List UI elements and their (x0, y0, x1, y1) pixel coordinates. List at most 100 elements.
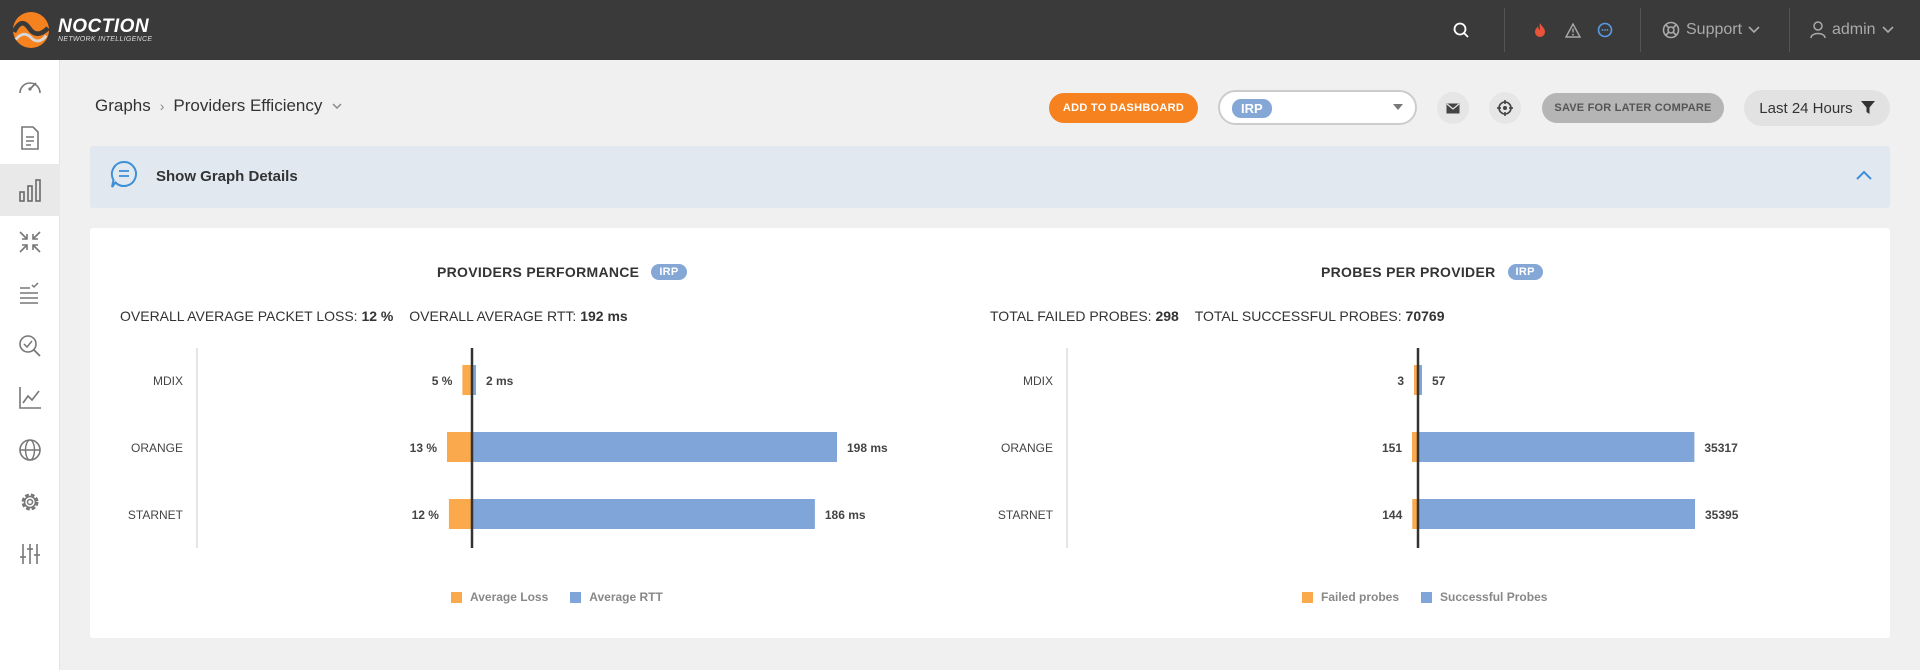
legend-swatch-loss (451, 591, 462, 603)
document-icon (21, 126, 39, 150)
support-label: Support (1686, 21, 1743, 38)
save-for-later-compare-button[interactable]: SAVE FOR LATER COMPARE (1542, 93, 1724, 123)
graph-details-label: Show Graph Details (156, 168, 298, 185)
performance-panel-title: PROVIDERS PERFORMANCE IRP (437, 264, 687, 280)
probes-stats: TOTAL FAILED PROBES: 298 TOTAL SUCCESSFU… (990, 308, 1444, 324)
category-label: MDIX (1023, 374, 1053, 388)
probes-title: PROBES PER PROVIDER (1321, 264, 1496, 280)
data-label: 13 % (410, 441, 438, 455)
sidebar-item-network[interactable] (0, 424, 60, 476)
flame-icon[interactable] (1529, 19, 1551, 41)
select-value-badge: IRP (1232, 99, 1272, 118)
topbar-divider (1504, 8, 1505, 52)
data-label: 3 (1397, 374, 1404, 388)
user-menu[interactable]: admin (1810, 18, 1894, 42)
probes-legend: Failed probes Successful Probes (1302, 590, 1547, 604)
crosshair-icon (1497, 100, 1513, 116)
sidebar-item-analytics[interactable] (0, 372, 60, 424)
line-chart-icon (19, 387, 41, 409)
caret-down-icon (1393, 104, 1403, 110)
sidebar-item-graphs[interactable] (0, 164, 60, 216)
bar-average-rtt (472, 432, 837, 462)
sidebar-item-configuration[interactable] (0, 528, 60, 580)
legend-swatch-rtt (570, 591, 582, 603)
avg-rtt-label: OVERALL AVERAGE RTT: (409, 308, 577, 324)
email-button[interactable] (1437, 92, 1469, 124)
search-check-icon (19, 335, 41, 357)
compare-button[interactable] (1489, 92, 1521, 124)
data-label: 57 (1432, 374, 1446, 388)
probes-badge: IRP (1507, 264, 1543, 280)
data-label: 186 ms (825, 508, 866, 522)
category-label: STARNET (128, 508, 184, 522)
search-icon[interactable] (1450, 19, 1472, 41)
providers-performance-chart: MDIX 5 % 2 ms ORANGE 13 % 198 ms STARNET 12 % 18… (128, 348, 888, 548)
breadcrumb-current: Providers Efficiency (173, 96, 323, 115)
provider-group-select[interactable]: IRP (1218, 90, 1417, 125)
logo-subtitle: NETWORK INTELLIGENCE (58, 35, 153, 43)
chevron-down-icon[interactable] (332, 102, 342, 110)
category-label: ORANGE (131, 441, 183, 455)
topbar-divider (1789, 8, 1790, 52)
filter-icon (1860, 101, 1875, 114)
sidebar-item-improvements[interactable] (0, 216, 60, 268)
topbar-divider (1640, 8, 1641, 52)
time-range-button[interactable]: Last 24 Hours (1744, 90, 1890, 126)
warning-icon[interactable] (1562, 19, 1584, 41)
legend-average-loss: Average Loss (470, 590, 549, 604)
graph-card: PROVIDERS PERFORMANCE IRP OVERALL AVERAG… (90, 228, 1890, 638)
lifebuoy-icon (1662, 21, 1680, 39)
data-label: 12 % (412, 508, 440, 522)
avg-loss-label: OVERALL AVERAGE PACKET LOSS: (120, 308, 358, 324)
failed-probes-label: TOTAL FAILED PROBES: (990, 308, 1152, 324)
breadcrumb-graphs[interactable]: Graphs (95, 96, 151, 116)
performance-legend: Average Loss Average RTT (451, 590, 663, 604)
comment-icon (110, 160, 137, 188)
envelope-icon (1446, 103, 1460, 113)
user-icon (1810, 21, 1826, 39)
probes-panel-title: PROBES PER PROVIDER IRP (1321, 264, 1543, 280)
chevron-up-icon[interactable] (1856, 170, 1872, 180)
globe-icon (19, 439, 41, 461)
graph-details-toggle[interactable]: Show Graph Details (90, 146, 1890, 208)
sidebar-item-search[interactable] (0, 320, 60, 372)
sidebar-item-checklist[interactable] (0, 268, 60, 320)
legend-swatch-successful (1421, 591, 1433, 603)
data-label: 35317 (1704, 441, 1738, 455)
bar-average-loss (448, 499, 472, 529)
support-menu[interactable]: Support (1662, 18, 1760, 42)
data-label: 198 ms (847, 441, 888, 455)
successful-probes-label: TOTAL SUCCESSFUL PROBES: (1194, 308, 1402, 324)
breadcrumb-separator: › (159, 98, 165, 114)
sidebar-item-settings[interactable] (0, 476, 60, 528)
chevron-down-icon (1882, 26, 1894, 34)
legend-failed-probes: Failed probes (1321, 590, 1400, 604)
compress-arrows-icon (19, 231, 41, 253)
category-label: MDIX (153, 374, 183, 388)
top-bar: NOCTION NETWORK INTELLIGENCE Support adm… (0, 0, 1920, 60)
noction-logo[interactable]: NOCTION NETWORK INTELLIGENCE (12, 10, 172, 50)
logo-name: NOCTION (58, 15, 150, 37)
probes-per-provider-chart: MDIX 3 57 ORANGE 151 35317 STARNET 144 35395 (998, 348, 1739, 548)
speedometer-icon (19, 82, 41, 94)
data-label: 144 (1382, 508, 1402, 522)
bar-average-rtt (472, 499, 815, 529)
breadcrumb: Graphs › Providers Efficiency (95, 96, 342, 116)
sidebar-item-reports[interactable] (0, 112, 60, 164)
chat-icon[interactable] (1594, 19, 1616, 41)
sidebar (0, 60, 60, 670)
legend-successful-probes: Successful Probes (1440, 590, 1548, 604)
legend-swatch-failed (1302, 591, 1313, 603)
category-label: ORANGE (1001, 441, 1053, 455)
performance-title: PROVIDERS PERFORMANCE (437, 264, 640, 280)
sidebar-item-dashboard[interactable] (0, 60, 60, 112)
bar-successful-probes (1418, 499, 1695, 529)
data-label: 2 ms (486, 374, 514, 388)
logo-icon (12, 11, 50, 49)
bar-chart-icon (19, 179, 41, 202)
checklist-icon (20, 282, 39, 304)
data-label: 35395 (1705, 508, 1739, 522)
add-to-dashboard-button[interactable]: ADD TO DASHBOARD (1049, 93, 1198, 123)
performance-badge: IRP (651, 264, 687, 280)
successful-probes-value: 70769 (1405, 308, 1445, 324)
